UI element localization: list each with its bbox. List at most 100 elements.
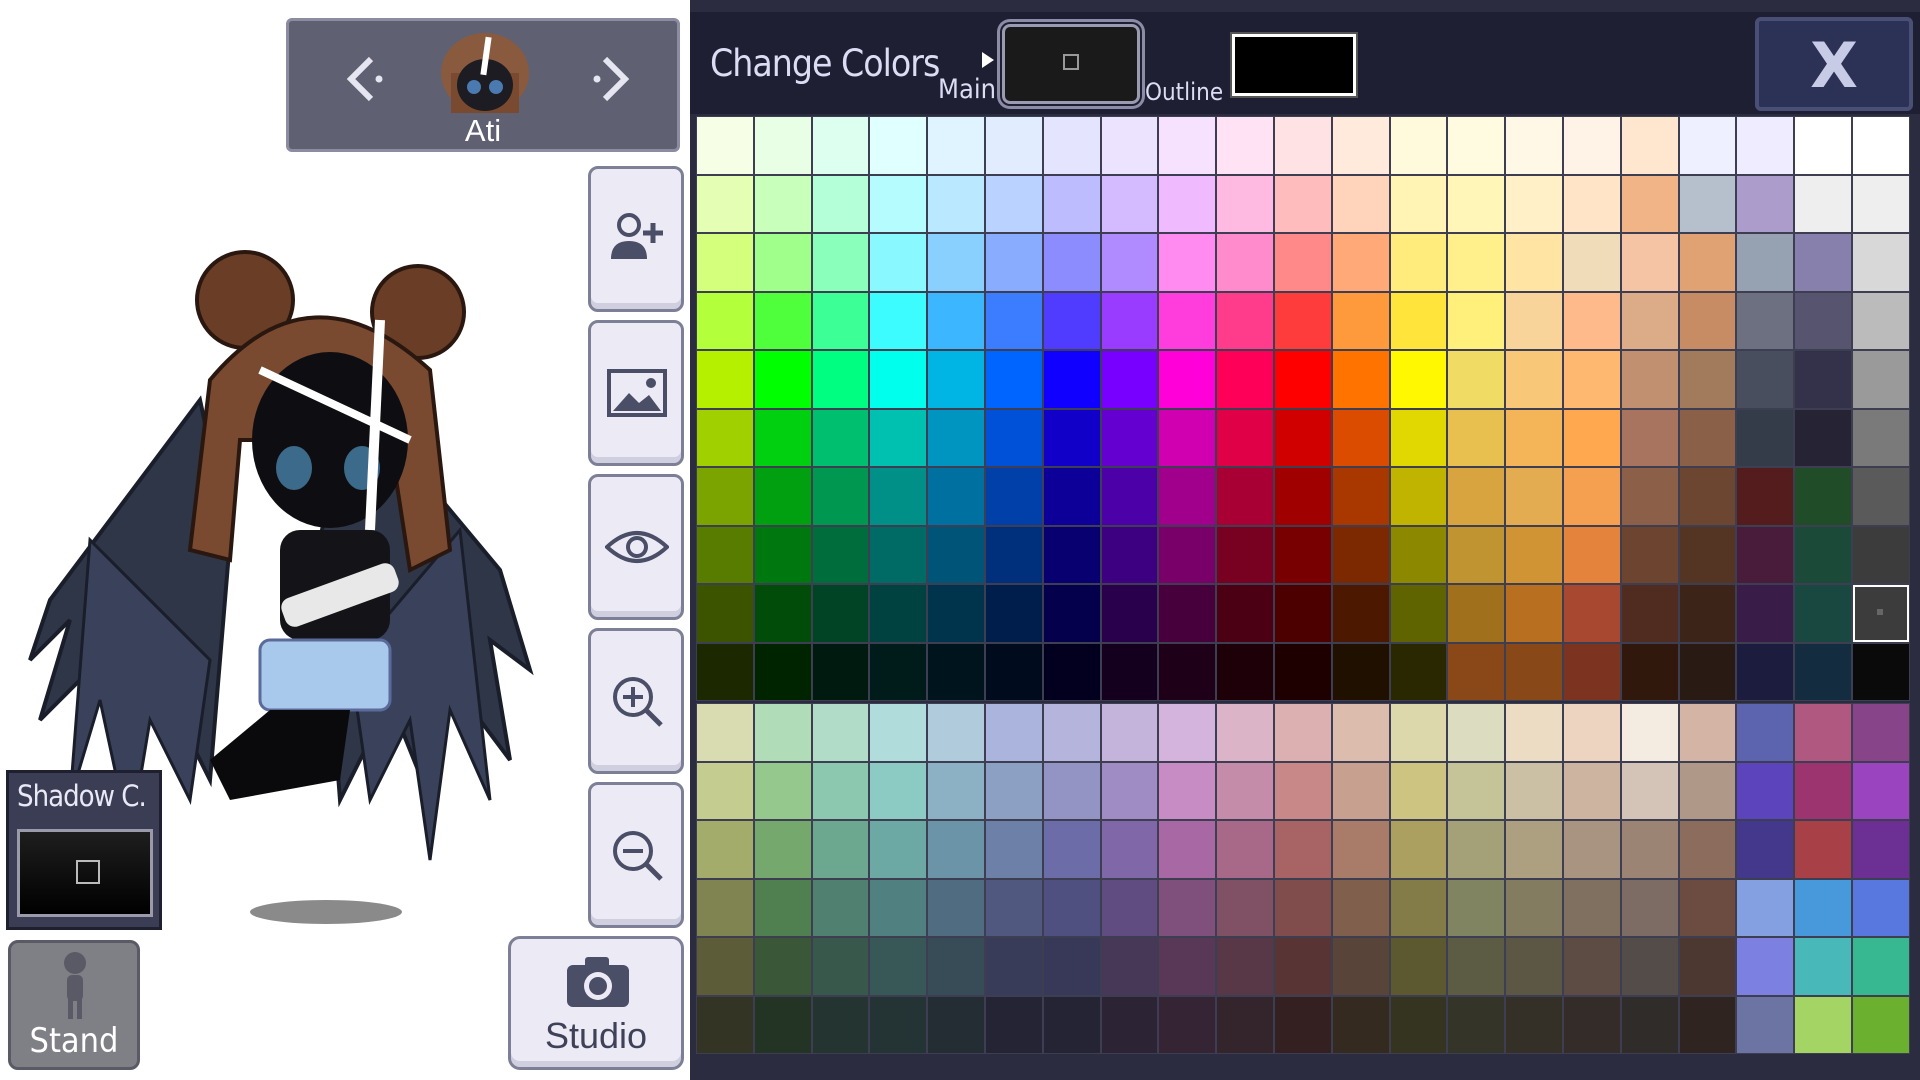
color-swatch[interactable]: [869, 761, 928, 820]
color-swatch[interactable]: [1331, 820, 1390, 879]
color-swatch[interactable]: [869, 584, 928, 643]
color-swatch[interactable]: [1100, 233, 1159, 292]
color-swatch[interactable]: [1562, 761, 1621, 820]
color-swatch[interactable]: [1216, 761, 1274, 820]
color-swatch[interactable]: [1736, 761, 1795, 820]
color-swatch[interactable]: [753, 878, 812, 937]
color-swatch[interactable]: [1678, 408, 1737, 467]
color-swatch[interactable]: [927, 408, 985, 467]
color-swatch[interactable]: [753, 703, 812, 762]
color-swatch[interactable]: [1678, 525, 1737, 584]
color-swatch[interactable]: [753, 116, 812, 175]
color-swatch[interactable]: [696, 878, 754, 937]
color-swatch[interactable]: [1100, 878, 1159, 937]
color-swatch[interactable]: [1736, 174, 1795, 233]
color-swatch[interactable]: [1216, 642, 1274, 701]
color-swatch[interactable]: [1678, 174, 1737, 233]
color-swatch[interactable]: [696, 116, 754, 175]
color-swatch[interactable]: [1851, 174, 1910, 233]
color-swatch[interactable]: [984, 233, 1043, 292]
color-swatch[interactable]: [1562, 408, 1621, 467]
color-swatch[interactable]: [811, 703, 870, 762]
color-swatch[interactable]: [1562, 820, 1621, 879]
color-swatch[interactable]: [696, 937, 754, 996]
color-swatch[interactable]: [1389, 174, 1448, 233]
color-swatch[interactable]: [927, 525, 985, 584]
color-swatch[interactable]: [1158, 937, 1217, 996]
color-swatch[interactable]: [1389, 703, 1448, 762]
color-swatch[interactable]: [1620, 937, 1679, 996]
color-swatch[interactable]: [1794, 174, 1852, 233]
color-swatch[interactable]: [1562, 642, 1621, 701]
color-swatch[interactable]: [1158, 174, 1217, 233]
color-swatch[interactable]: [927, 703, 985, 762]
color-swatch[interactable]: [1562, 995, 1621, 1054]
color-swatch[interactable]: [984, 350, 1043, 409]
color-swatch[interactable]: [1620, 233, 1679, 292]
color-swatch[interactable]: [984, 878, 1043, 937]
color-swatch[interactable]: [1620, 116, 1679, 175]
color-swatch[interactable]: [1620, 584, 1679, 643]
color-swatch[interactable]: [1562, 703, 1621, 762]
color-swatch[interactable]: [1100, 995, 1159, 1054]
color-swatch[interactable]: [984, 937, 1043, 996]
color-swatch[interactable]: [1216, 174, 1274, 233]
color-swatch[interactable]: [1505, 233, 1563, 292]
zoom-out-button[interactable]: [588, 782, 684, 928]
color-swatch[interactable]: [1794, 408, 1852, 467]
color-swatch[interactable]: [1273, 174, 1332, 233]
color-swatch[interactable]: [927, 291, 985, 350]
color-swatch[interactable]: [869, 878, 928, 937]
color-swatch[interactable]: [1678, 761, 1737, 820]
color-swatch[interactable]: [1331, 116, 1390, 175]
color-swatch[interactable]: [984, 703, 1043, 762]
color-swatch[interactable]: [696, 584, 754, 643]
color-swatch[interactable]: [1042, 820, 1101, 879]
color-swatch[interactable]: [1505, 408, 1563, 467]
color-swatch[interactable]: [1389, 820, 1448, 879]
color-swatch[interactable]: [1389, 291, 1448, 350]
stand-button[interactable]: Stand: [8, 940, 140, 1070]
color-swatch[interactable]: [1042, 878, 1101, 937]
color-swatch[interactable]: [1042, 467, 1101, 526]
color-swatch[interactable]: [1620, 995, 1679, 1054]
color-swatch[interactable]: [1447, 937, 1506, 996]
color-swatch[interactable]: [753, 642, 812, 701]
color-swatch[interactable]: [1389, 408, 1448, 467]
color-swatch[interactable]: [1562, 937, 1621, 996]
color-swatch[interactable]: [869, 703, 928, 762]
color-swatch[interactable]: [1851, 116, 1910, 175]
color-swatch[interactable]: [1216, 467, 1274, 526]
color-swatch[interactable]: [1505, 174, 1563, 233]
color-swatch[interactable]: [1505, 703, 1563, 762]
color-swatch[interactable]: [1042, 642, 1101, 701]
color-swatch[interactable]: [1447, 761, 1506, 820]
color-swatch[interactable]: [1678, 233, 1737, 292]
color-swatch[interactable]: [811, 408, 870, 467]
color-swatch[interactable]: [1678, 116, 1737, 175]
color-swatch[interactable]: [1736, 584, 1795, 643]
color-swatch[interactable]: [869, 937, 928, 996]
color-swatch[interactable]: [1042, 233, 1101, 292]
color-swatch[interactable]: [1331, 291, 1390, 350]
color-swatch[interactable]: [1331, 937, 1390, 996]
color-swatch[interactable]: [1042, 761, 1101, 820]
color-swatch[interactable]: [1505, 995, 1563, 1054]
color-swatch[interactable]: [1273, 525, 1332, 584]
color-swatch[interactable]: [1158, 350, 1217, 409]
color-swatch[interactable]: [1158, 467, 1217, 526]
color-swatch[interactable]: [1042, 703, 1101, 762]
color-swatch[interactable]: [984, 291, 1043, 350]
color-swatch[interactable]: [696, 642, 754, 701]
color-swatch[interactable]: [1273, 408, 1332, 467]
color-swatch[interactable]: [1216, 995, 1274, 1054]
color-swatch[interactable]: [1389, 878, 1448, 937]
color-swatch[interactable]: [1736, 408, 1795, 467]
color-swatch[interactable]: [1100, 642, 1159, 701]
color-swatch[interactable]: [753, 350, 812, 409]
color-swatch[interactable]: [1331, 467, 1390, 526]
main-color-swatch[interactable]: [1002, 24, 1140, 104]
color-swatch[interactable]: [1216, 408, 1274, 467]
color-swatch[interactable]: [1447, 350, 1506, 409]
color-swatch[interactable]: [753, 937, 812, 996]
